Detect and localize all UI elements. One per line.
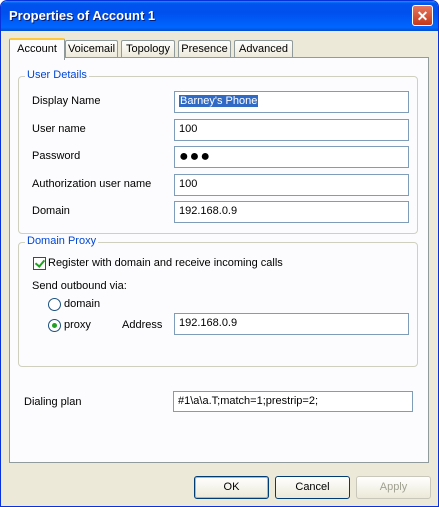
close-button[interactable]: ✕: [412, 5, 433, 26]
address-label: Address: [122, 319, 163, 331]
domain-proxy-group: Domain Proxy Register with domain and re…: [18, 235, 418, 367]
tab-advanced[interactable]: Advanced: [234, 40, 293, 58]
address-field[interactable]: 192.168.0.9: [174, 313, 409, 335]
send-outbound-label: Send outbound via:: [32, 280, 127, 292]
domain-field[interactable]: 192.168.0.9: [174, 201, 409, 223]
title-bar[interactable]: Properties of Account 1 ✕: [1, 1, 438, 31]
dialing-plan-field[interactable]: #1\a\a.T;match=1;prestrip=2;: [173, 391, 413, 412]
apply-button[interactable]: Apply: [356, 476, 431, 499]
window-title: Properties of Account 1: [9, 8, 156, 23]
tab-voicemail[interactable]: Voicemail: [65, 40, 118, 58]
proxy-radio[interactable]: [48, 319, 61, 332]
register-label[interactable]: Register with domain and receive incomin…: [48, 257, 283, 269]
dialing-plan-label: Dialing plan: [24, 396, 82, 408]
password-field[interactable]: ●●●: [174, 146, 409, 168]
display-name-label: Display Name: [32, 95, 101, 107]
user-details-title: User Details: [25, 69, 89, 81]
auth-user-name-label: Authorization user name: [32, 178, 152, 190]
tab-account[interactable]: Account: [9, 38, 65, 60]
properties-dialog: Properties of Account 1 ✕ Account Voicem…: [0, 0, 439, 507]
domain-radio[interactable]: [48, 298, 61, 311]
ok-button[interactable]: OK: [194, 476, 269, 499]
domain-label: Domain: [32, 205, 70, 217]
password-label: Password: [32, 150, 81, 162]
tab-presence[interactable]: Presence: [178, 40, 231, 58]
auth-user-name-field[interactable]: 100: [174, 174, 409, 196]
tab-topology[interactable]: Topology: [121, 40, 175, 58]
user-name-label: User name: [32, 123, 86, 135]
display-name-value: Barney's Phone: [179, 95, 259, 107]
account-panel: User Details Display Name Barney's Phone…: [9, 57, 429, 463]
user-name-field[interactable]: 100: [174, 119, 409, 141]
close-icon: ✕: [416, 8, 429, 24]
user-details-group: User Details Display Name Barney's Phone…: [18, 69, 418, 234]
display-name-field[interactable]: Barney's Phone: [174, 91, 409, 113]
domain-proxy-title: Domain Proxy: [25, 235, 99, 247]
proxy-radio-label[interactable]: proxy: [64, 319, 91, 331]
register-checkbox[interactable]: [33, 257, 46, 270]
domain-radio-label[interactable]: domain: [64, 298, 100, 310]
cancel-button[interactable]: Cancel: [275, 476, 350, 499]
